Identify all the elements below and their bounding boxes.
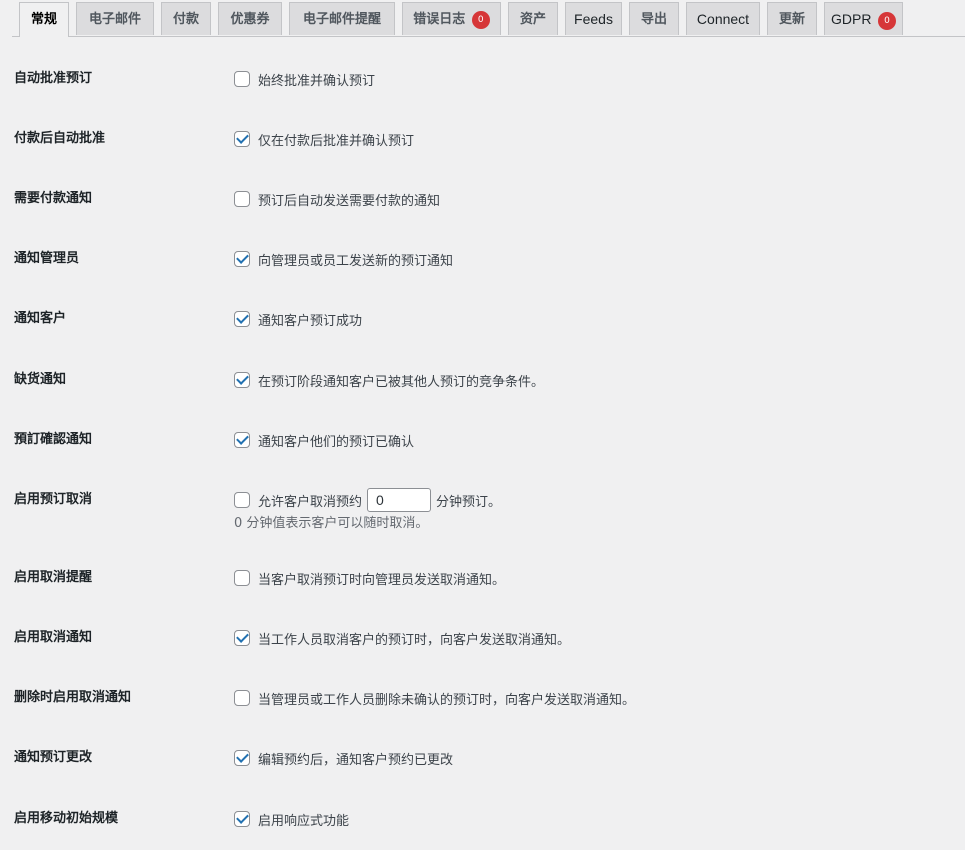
setting-control: 允许客户取消预约 分钟预订。 [234,485,501,515]
setting-description: 始终批准并确认预订 [258,73,376,89]
setting-description: 允许客户取消预约 [258,494,363,510]
tab-export-label: 导出 [640,12,667,27]
setting-control: 在预订阶段通知客户已被其他人预订的竞争条件。 [234,371,545,390]
notify-booking-change-checkbox[interactable] [234,750,250,766]
setting-control: 通知客户预订成功 [234,310,363,329]
setting-description: 在预订阶段通知客户已被其他人预订的竞争条件。 [258,374,545,390]
tab-export[interactable]: 导出 [629,2,679,35]
setting-label: 預訂確認通知 [14,432,93,447]
tab-connect[interactable]: Connect [686,2,760,35]
setting-description: 通知客户他们的预订已确认 [258,434,415,450]
setting-description: 编辑预约后，通知客户预约已更改 [258,752,454,768]
setting-control: 向管理员或员工发送新的预订通知 [234,250,454,269]
setting-label: 删除时启用取消通知 [14,690,132,705]
setting-control: 仅在付款后批准并确认预订 [234,130,415,149]
setting-description: 启用响应式功能 [258,813,350,829]
setting-description: 当客户取消预订时向管理员发送取消通知。 [258,572,506,588]
tab-assets-label: 资产 [519,12,546,27]
setting-label: 启用移动初始规模 [14,811,119,826]
setting-label: 通知客户 [14,311,67,326]
setting-description: 当工作人员取消客户的预订时，向客户发送取消通知。 [258,632,571,648]
tab-bar-divider [12,36,965,37]
auto-approve-checkbox[interactable] [234,71,250,87]
setting-control: 始终批准并确认预订 [234,70,376,89]
setting-control: 当客户取消预订时向管理员发送取消通知。 [234,569,506,588]
setting-description: 向管理员或员工发送新的预订通知 [258,253,454,269]
notify-admin-checkbox[interactable] [234,251,250,267]
mobile-initial-scale-checkbox[interactable] [234,811,250,827]
tab-general-label: 常规 [30,12,57,27]
setting-control: 当管理员或工作人员删除未确认的预订时，向客户发送取消通知。 [234,689,636,708]
setting-description: 当管理员或工作人员删除未确认的预订时，向客户发送取消通知。 [258,692,636,708]
tab-error-log[interactable]: 错误日志 0 [402,2,501,35]
setting-description: 通知客户预订成功 [258,313,363,329]
tab-assets[interactable]: 资产 [508,2,558,35]
setting-label: 启用取消提醒 [14,570,93,585]
tab-general[interactable]: 常规 [19,2,69,37]
cancellation-notice-checkbox[interactable] [234,630,250,646]
tab-connect-label: Connect [696,11,750,27]
tab-updates[interactable]: 更新 [767,2,817,35]
notify-customer-checkbox[interactable] [234,311,250,327]
gdpr-count-badge: 0 [877,12,896,30]
setting-control: 预订后自动发送需要付款的通知 [234,190,441,209]
cancellation-minutes-input[interactable] [367,488,432,512]
tab-email[interactable]: 电子邮件 [76,2,154,35]
setting-control: 启用响应式功能 [234,810,350,829]
approve-after-payment-checkbox[interactable] [234,131,250,147]
delete-cancellation-notice-checkbox[interactable] [234,690,250,706]
tab-error-log-label: 错误日志 [413,12,466,27]
tab-payment[interactable]: 付款 [161,2,211,35]
tab-gdpr[interactable]: GDPR 0 [824,2,903,35]
setting-label: 通知预订更改 [14,750,93,765]
setting-control: 编辑预约后，通知客户预约已更改 [234,749,454,768]
setting-label: 自动批准预订 [14,71,93,86]
setting-description: 仅在付款后批准并确认预订 [258,133,415,149]
tab-coupons-label: 优惠券 [230,12,270,27]
tab-email-reminders-label: 电子邮件提醒 [302,12,381,27]
tab-gdpr-label: GDPR [831,11,872,27]
setting-control: 当工作人员取消客户的预订时，向客户发送取消通知。 [234,629,571,648]
booking-confirmed-notice-checkbox[interactable] [234,432,250,448]
settings-tab-bar: 常规 电子邮件 付款 优惠券 电子邮件提醒 错误日志 0 资产 Feeds 导出… [0,0,965,37]
tab-coupons[interactable]: 优惠券 [218,2,282,35]
tab-email-reminders[interactable]: 电子邮件提醒 [289,2,395,35]
setting-label: 启用预订取消 [14,492,93,507]
setting-description: 预订后自动发送需要付款的通知 [258,193,441,209]
error-log-count-badge: 0 [471,11,490,29]
setting-label: 需要付款通知 [14,191,93,206]
setting-label: 缺货通知 [14,372,67,387]
out-of-stock-notice-checkbox[interactable] [234,372,250,388]
tab-feeds[interactable]: Feeds [565,2,622,35]
enable-cancellation-checkbox[interactable] [234,492,250,508]
tab-email-label: 电子邮件 [88,12,141,27]
cancellation-minutes-suffix: 分钟预订。 [436,494,502,510]
setting-label: 通知管理员 [14,251,80,266]
setting-label: 启用取消通知 [14,630,93,645]
tab-feeds-label: Feeds [574,11,613,27]
setting-label: 付款后自动批准 [14,131,106,146]
cancellation-reminder-checkbox[interactable] [234,570,250,586]
payment-required-notice-checkbox[interactable] [234,191,250,207]
setting-control: 通知客户他们的预订已确认 [234,431,415,450]
cancellation-hint: 0 分钟值表示客户可以随时取消。 [234,516,429,531]
tab-payment-label: 付款 [172,12,199,27]
tab-updates-label: 更新 [778,12,805,27]
